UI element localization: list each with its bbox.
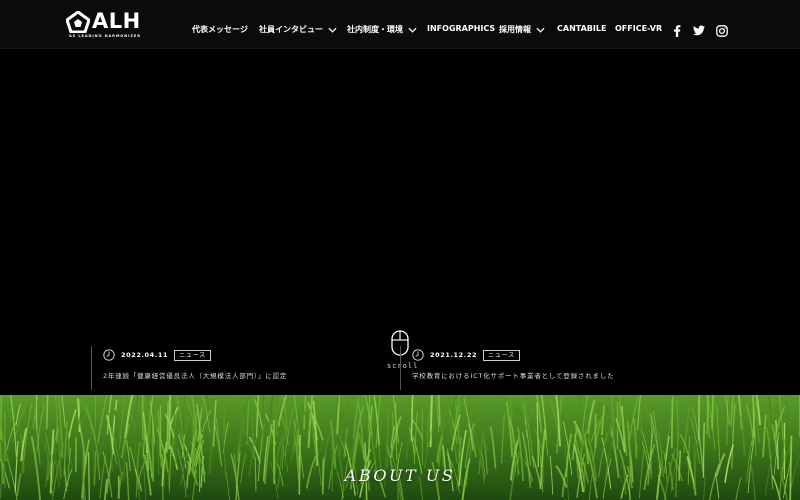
news-date: 2021.12.22 [430,351,478,359]
instagram-icon [716,25,728,37]
news-category-badge: ニュース [483,349,521,361]
nav-item-infographics[interactable]: INFOGRAPHICS [427,24,495,33]
news-title: 2年連続「健康経営優良法人（大規模法人部門）」に認定 [103,372,288,380]
news-title: 学校教育におけるICT化サポート事業者として登録されました [412,372,615,380]
news-meta: 2021.12.22 ニュース [412,349,614,361]
nav-item-label: 社内制度・環境 [347,25,403,34]
nav-item-cantabile[interactable]: CANTABILE [557,24,606,33]
nav-item-label: 採用情報 [499,25,531,34]
news-meta: 2022.04.11 ニュース [103,349,287,361]
news-item[interactable]: 2022.04.11 ニュース 2年連続「健康経営優良法人（大規模法人部門）」に… [91,346,287,390]
nav-item-office-vr[interactable]: OFFICE-VR [615,24,662,33]
twitter-link[interactable] [693,25,705,36]
nav-item-label: INFOGRAPHICS [427,24,496,33]
logo-pentagon-icon [66,11,90,33]
news-item[interactable]: 2021.12.22 ニュース 学校教育におけるICT化サポート事業者として登録… [400,346,614,390]
logo-tagline: AS LEADING HARMONIZER [69,34,141,38]
nav-item-label: 代表メッセージ [192,25,248,34]
facebook-icon [674,25,681,37]
nav-item-recruit[interactable]: 採用情報 [499,24,545,35]
chevron-down-icon [328,27,337,33]
twitter-icon [693,25,705,36]
facebook-link[interactable] [673,25,681,37]
nav-item-label: CANTABILE [557,24,607,33]
chevron-down-icon [536,27,545,33]
chevron-down-icon [408,27,417,33]
nav-item-label: 社員インタビュー [259,25,323,34]
news-date: 2022.04.11 [121,351,169,359]
hero-video-area: scroll [0,50,800,395]
logo-text: ALH [92,9,141,33]
instagram-link[interactable] [716,25,728,37]
nav-item-message[interactable]: 代表メッセージ [192,24,248,35]
clock-icon [103,349,115,361]
logo-link[interactable]: ALH AS LEADING HARMONIZER [66,9,146,41]
nav-item-label: OFFICE-VR [615,24,663,33]
site-header: ALH AS LEADING HARMONIZER 代表メッセージ 社員インタビ… [0,0,800,49]
news-category-badge: ニュース [174,349,212,361]
about-heading: ABOUT US [344,466,456,485]
nav-item-environment[interactable]: 社内制度・環境 [347,24,417,35]
clock-icon [412,349,424,361]
nav-item-interview[interactable]: 社員インタビュー [259,24,337,35]
